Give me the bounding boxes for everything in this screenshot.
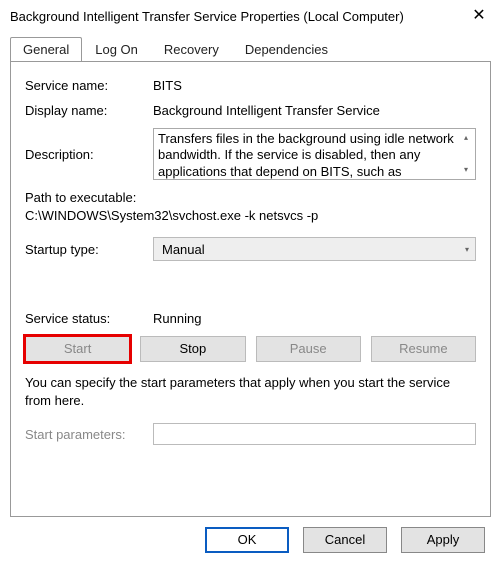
titlebar: Background Intelligent Transfer Service …	[0, 0, 501, 30]
close-icon[interactable]: ✕	[467, 8, 491, 24]
ok-button[interactable]: OK	[205, 527, 289, 553]
label-service-status: Service status:	[25, 311, 153, 326]
value-service-status: Running	[153, 311, 476, 326]
value-startup-type: Manual	[162, 242, 205, 257]
label-description: Description:	[25, 147, 153, 162]
stop-button[interactable]: Stop	[140, 336, 245, 362]
chevron-down-icon: ▾	[465, 245, 469, 254]
start-parameters-input[interactable]	[153, 423, 476, 445]
tab-dependencies[interactable]: Dependencies	[232, 37, 341, 62]
tab-general[interactable]: General	[10, 37, 82, 62]
tab-strip: General Log On Recovery Dependencies	[10, 36, 491, 61]
label-path: Path to executable:	[25, 190, 476, 205]
pause-button[interactable]: Pause	[256, 336, 361, 362]
window-title: Background Intelligent Transfer Service …	[10, 9, 467, 24]
startup-type-select[interactable]: Manual ▾	[153, 237, 476, 261]
label-startup-type: Startup type:	[25, 242, 153, 257]
start-parameters-hint: You can specify the start parameters tha…	[25, 374, 476, 409]
tab-logon[interactable]: Log On	[82, 37, 151, 62]
label-display-name: Display name:	[25, 103, 153, 118]
apply-button[interactable]: Apply	[401, 527, 485, 553]
scroll-down-icon[interactable]: ▾	[459, 163, 473, 177]
resume-button[interactable]: Resume	[371, 336, 476, 362]
value-service-name: BITS	[153, 78, 476, 93]
label-service-name: Service name:	[25, 78, 153, 93]
value-path: C:\WINDOWS\System32\svchost.exe -k netsv…	[25, 208, 476, 223]
start-button[interactable]: Start	[25, 336, 130, 362]
scroll-up-icon[interactable]: ▴	[459, 131, 473, 145]
description-box[interactable]: Transfers files in the background using …	[153, 128, 476, 180]
dialog-footer: OK Cancel Apply	[0, 517, 501, 563]
tab-panel-general: Service name: BITS Display name: Backgro…	[10, 61, 491, 517]
value-description: Transfers files in the background using …	[158, 131, 454, 180]
cancel-button[interactable]: Cancel	[303, 527, 387, 553]
value-display-name: Background Intelligent Transfer Service	[153, 103, 476, 118]
label-start-parameters: Start parameters:	[25, 427, 153, 442]
tab-recovery[interactable]: Recovery	[151, 37, 232, 62]
